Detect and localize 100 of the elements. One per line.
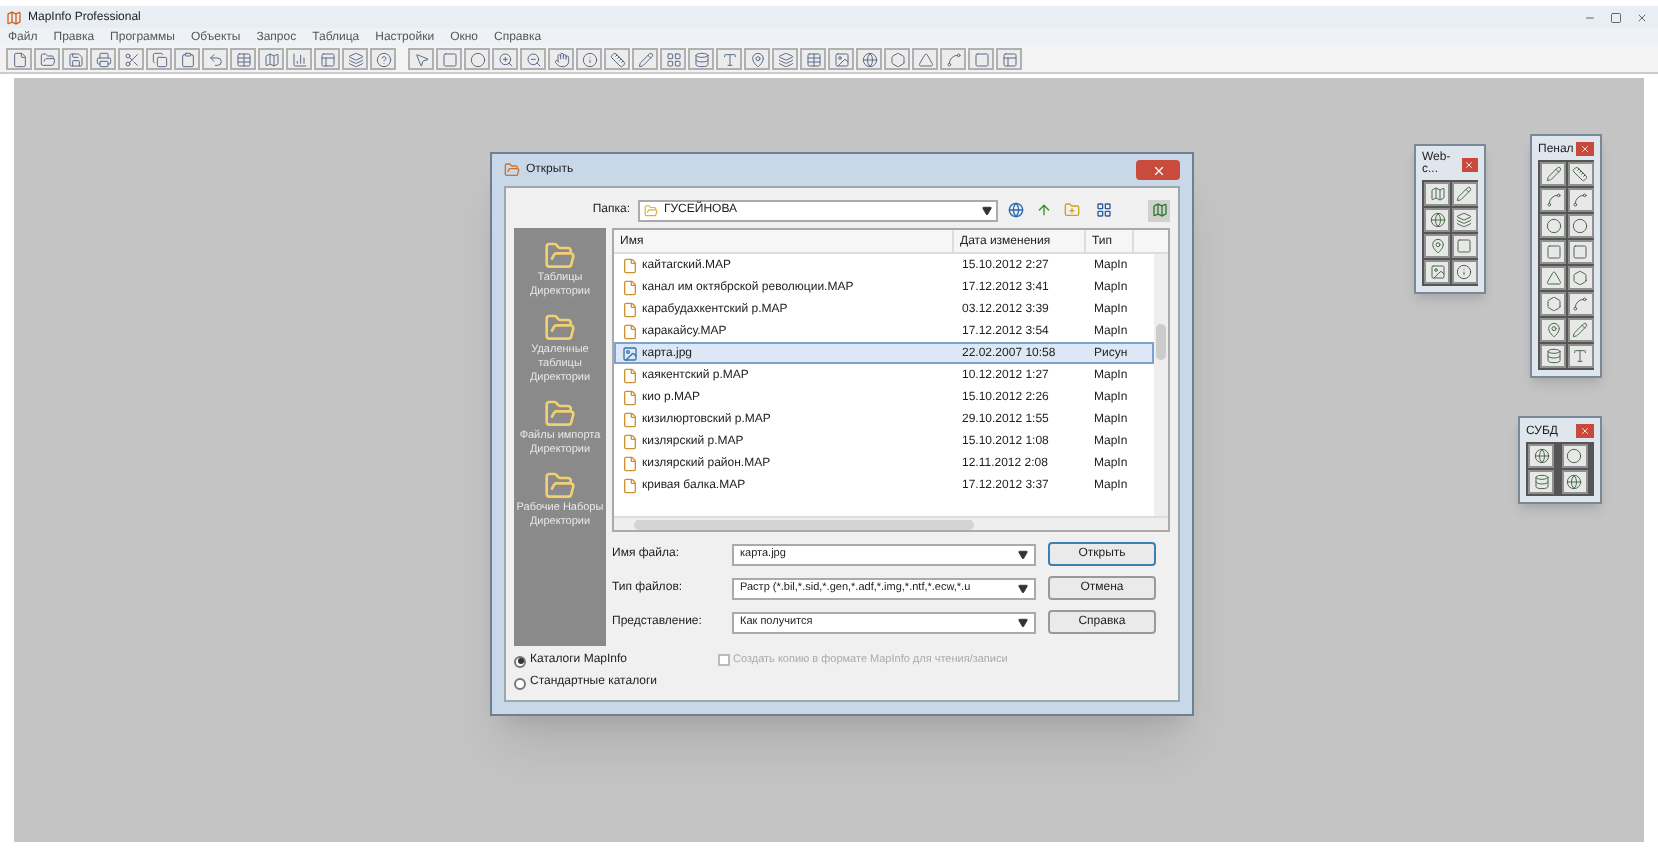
toolbar-button[interactable] bbox=[118, 48, 144, 70]
palette-tool-button[interactable] bbox=[1451, 234, 1477, 258]
palette-tool-button[interactable] bbox=[1567, 162, 1593, 186]
toolbar-button[interactable] bbox=[520, 48, 546, 70]
toolbar-button[interactable] bbox=[744, 48, 770, 70]
toolbar-button[interactable] bbox=[286, 48, 312, 70]
palette-tool-button[interactable] bbox=[1424, 234, 1450, 258]
toolbar-button[interactable] bbox=[408, 48, 434, 70]
radio-button[interactable] bbox=[514, 677, 526, 689]
toolbar-button[interactable] bbox=[604, 48, 630, 70]
scissors-icon bbox=[123, 51, 139, 67]
toolbar-button[interactable] bbox=[230, 48, 256, 70]
palette-tool-button[interactable] bbox=[1424, 208, 1450, 232]
caret-icon bbox=[1018, 617, 1028, 627]
new-folder-button[interactable] bbox=[1062, 200, 1082, 220]
database-icon bbox=[1533, 474, 1549, 490]
toolbar-button[interactable] bbox=[856, 48, 882, 70]
toolbar-button[interactable] bbox=[464, 48, 490, 70]
toolbar-button[interactable] bbox=[258, 48, 284, 70]
horizontal-scrollbar[interactable] bbox=[614, 516, 1168, 530]
palette-tool-button[interactable] bbox=[1540, 162, 1566, 186]
toolbar-button[interactable] bbox=[828, 48, 854, 70]
square-icon bbox=[1456, 238, 1472, 254]
layers-icon bbox=[777, 51, 793, 67]
map-icon bbox=[1151, 202, 1167, 218]
palette-tool-button[interactable] bbox=[1540, 240, 1566, 264]
vertical-scrollbar[interactable] bbox=[1154, 254, 1168, 516]
toolbar-button[interactable] bbox=[90, 48, 116, 70]
close-button[interactable] bbox=[1576, 142, 1594, 156]
palette-tool-button[interactable] bbox=[1567, 344, 1593, 368]
toolbar-button[interactable] bbox=[370, 48, 396, 70]
toolbar-button[interactable] bbox=[548, 48, 574, 70]
circle-icon bbox=[1572, 218, 1588, 234]
folder-icon bbox=[39, 51, 55, 67]
palette-tool-button[interactable] bbox=[1540, 292, 1566, 316]
toolbar-button[interactable] bbox=[772, 48, 798, 70]
palette-tool-button[interactable] bbox=[1567, 266, 1593, 290]
radio-button[interactable] bbox=[514, 655, 526, 667]
toolbar-button[interactable] bbox=[632, 48, 658, 70]
spline-icon bbox=[1572, 296, 1588, 312]
grid-icon bbox=[665, 51, 681, 67]
type-icon bbox=[721, 51, 737, 67]
palette-tool-button[interactable] bbox=[1540, 266, 1566, 290]
file-icon bbox=[622, 477, 638, 493]
palette-tool-button[interactable] bbox=[1567, 240, 1593, 264]
palette-tool-button[interactable] bbox=[1451, 182, 1477, 206]
toolbar-button[interactable] bbox=[912, 48, 938, 70]
close-button[interactable] bbox=[1461, 157, 1478, 171]
toolbar-button[interactable] bbox=[996, 48, 1022, 70]
map-icon bbox=[263, 51, 279, 67]
zoom-out-icon bbox=[525, 51, 541, 67]
toolbar-button[interactable] bbox=[202, 48, 228, 70]
caret-icon bbox=[1018, 583, 1028, 593]
palette-tool-button[interactable] bbox=[1528, 470, 1554, 494]
palette-tool-button[interactable] bbox=[1561, 470, 1587, 494]
palette-tool-button[interactable] bbox=[1451, 208, 1477, 232]
palette-tool-button[interactable] bbox=[1567, 318, 1593, 342]
maximize-button[interactable] bbox=[1606, 9, 1626, 25]
toolbar-button[interactable] bbox=[492, 48, 518, 70]
toolbar-button[interactable] bbox=[174, 48, 200, 70]
toolbar-button[interactable] bbox=[940, 48, 966, 70]
toolbar-button[interactable] bbox=[716, 48, 742, 70]
file-icon bbox=[622, 367, 638, 383]
palette-tool-button[interactable] bbox=[1540, 318, 1566, 342]
toolbar-button[interactable] bbox=[34, 48, 60, 70]
toolbar-button[interactable] bbox=[660, 48, 686, 70]
palette-tool-button[interactable] bbox=[1540, 214, 1566, 238]
toolbar-button[interactable] bbox=[884, 48, 910, 70]
map-icon bbox=[1429, 186, 1445, 202]
palette-tool-button[interactable] bbox=[1561, 444, 1587, 468]
file-icon bbox=[11, 51, 27, 67]
globe-icon bbox=[1429, 212, 1445, 228]
folder-icon bbox=[644, 203, 658, 217]
palette-tool-button[interactable] bbox=[1424, 182, 1450, 206]
close-button[interactable] bbox=[1136, 160, 1180, 180]
palette-tool-button[interactable] bbox=[1567, 214, 1593, 238]
palette-tool-button[interactable] bbox=[1540, 188, 1566, 212]
toolbar-button[interactable] bbox=[314, 48, 340, 70]
file-icon bbox=[622, 257, 638, 273]
close-button[interactable] bbox=[1576, 424, 1594, 438]
palette-tool-button[interactable] bbox=[1540, 344, 1566, 368]
palette-tool-button[interactable] bbox=[1451, 260, 1477, 284]
palette-tool-button[interactable] bbox=[1424, 260, 1450, 284]
palette-tool-button[interactable] bbox=[1567, 292, 1593, 316]
toolbar-button[interactable] bbox=[968, 48, 994, 70]
palette-tool-button[interactable] bbox=[1528, 444, 1554, 468]
up-button[interactable] bbox=[1034, 200, 1054, 220]
pointer-icon bbox=[413, 51, 429, 67]
pencil-icon bbox=[637, 51, 653, 67]
toolbar-button[interactable] bbox=[576, 48, 602, 70]
toolbar-button[interactable] bbox=[342, 48, 368, 70]
pencil-icon bbox=[1545, 166, 1561, 182]
toolbar-button[interactable] bbox=[6, 48, 32, 70]
toolbar-button[interactable] bbox=[688, 48, 714, 70]
toolbar-button[interactable] bbox=[436, 48, 462, 70]
palette-tool-button[interactable] bbox=[1567, 188, 1593, 212]
close-icon bbox=[1151, 163, 1165, 177]
toolbar-button[interactable] bbox=[146, 48, 172, 70]
toolbar-button[interactable] bbox=[800, 48, 826, 70]
toolbar-button[interactable] bbox=[62, 48, 88, 70]
